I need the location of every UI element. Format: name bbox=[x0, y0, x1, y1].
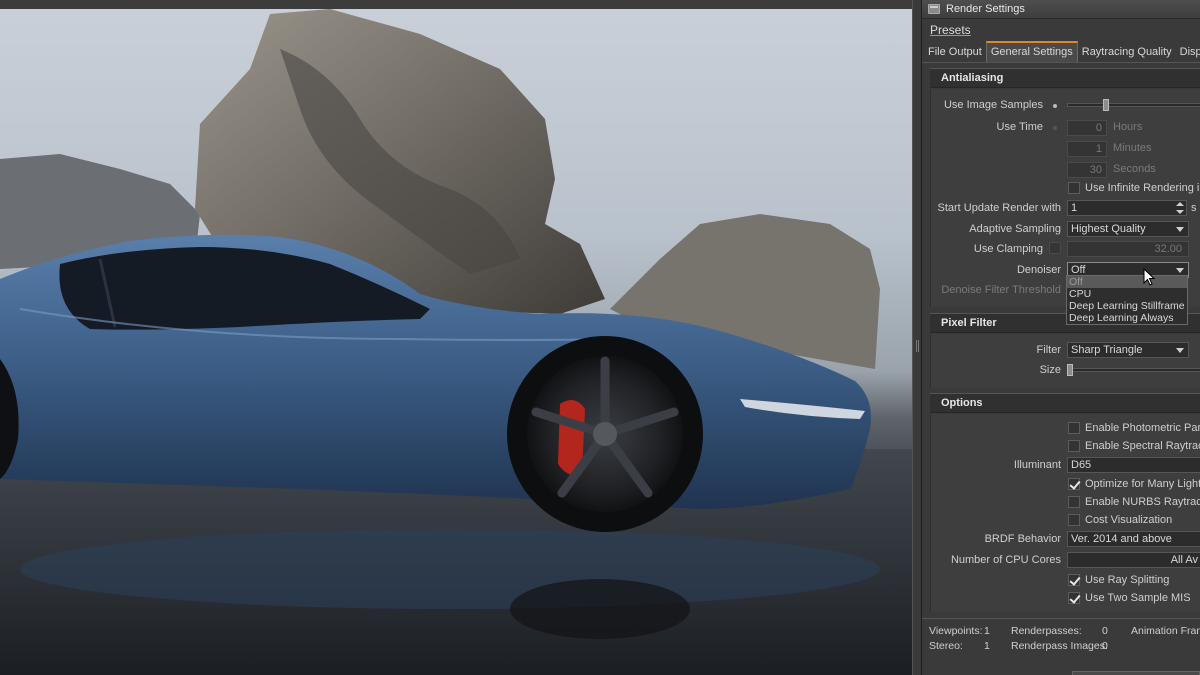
stereo-value: 1 bbox=[984, 640, 990, 652]
photometric-label: Enable Photometric Param bbox=[1085, 422, 1200, 434]
window-icon bbox=[928, 4, 940, 14]
use-image-samples-label: Use Image Samples bbox=[943, 99, 1043, 111]
adaptive-sampling-value: Highest Quality bbox=[1071, 223, 1146, 235]
hours-label: Hours bbox=[1113, 121, 1143, 133]
cpu-cores-label: Number of CPU Cores bbox=[950, 554, 1061, 566]
renderpass-images-value: 0 bbox=[1102, 640, 1108, 652]
cost-visualization-label: Cost Visualization bbox=[1085, 514, 1173, 526]
adaptive-sampling-dropdown[interactable]: Highest Quality bbox=[1067, 221, 1189, 237]
clamping-value-field[interactable]: 32.00 bbox=[1067, 241, 1189, 257]
ray-splitting-checkbox[interactable] bbox=[1068, 574, 1080, 586]
start-update-suffix: s bbox=[1191, 202, 1197, 214]
panel-splitter[interactable] bbox=[912, 0, 922, 675]
illuminant-label: Illuminant bbox=[1013, 459, 1061, 471]
use-time-radio[interactable] bbox=[1053, 126, 1057, 130]
cost-visualization-checkbox[interactable] bbox=[1068, 514, 1080, 526]
photometric-checkbox[interactable] bbox=[1068, 422, 1080, 434]
ray-splitting-label: Use Ray Splitting bbox=[1085, 574, 1170, 586]
two-sample-mis-checkbox[interactable] bbox=[1068, 592, 1080, 604]
chevron-down-icon bbox=[1176, 268, 1184, 273]
viewpoints-value: 1 bbox=[984, 625, 990, 637]
two-sample-mis-label: Use Two Sample MIS bbox=[1085, 592, 1191, 604]
tab-display-output[interactable]: Display Ou bbox=[1176, 43, 1200, 62]
start-update-value: 1 bbox=[1071, 202, 1078, 214]
use-clamping-checkbox[interactable] bbox=[1049, 242, 1061, 254]
filter-label: Filter bbox=[1036, 344, 1061, 356]
denoiser-options-list: Off CPU Deep Learning Stillframe Deep Le… bbox=[1066, 275, 1188, 325]
menu-bar: Presets bbox=[922, 19, 1200, 41]
window-title: Render Settings bbox=[946, 3, 1025, 15]
renderpasses-label: Renderpasses: bbox=[1011, 625, 1082, 637]
use-time-label: Use Time bbox=[996, 121, 1043, 133]
filter-value: Sharp Triangle bbox=[1071, 344, 1143, 356]
denoiser-option-dl-stillframe[interactable]: Deep Learning Stillframe bbox=[1067, 300, 1187, 312]
infinite-rendering-label: Use Infinite Rendering in V bbox=[1085, 182, 1200, 194]
filter-dropdown[interactable]: Sharp Triangle bbox=[1067, 342, 1189, 358]
illuminant-dropdown[interactable]: D65 bbox=[1067, 457, 1200, 473]
use-clamping-label: Use Clamping bbox=[973, 243, 1043, 255]
render-viewport[interactable] bbox=[0, 0, 912, 675]
section-header-options[interactable]: Options bbox=[930, 393, 1200, 413]
cpu-cores-dropdown[interactable]: All Av bbox=[1067, 552, 1200, 568]
denoiser-option-dl-always[interactable]: Deep Learning Always bbox=[1067, 312, 1187, 324]
render-preview-image bbox=[0, 9, 912, 675]
many-lights-label: Optimize for Many Light S bbox=[1085, 478, 1200, 490]
section-pixel-filter: Filter Sharp Triangle Size bbox=[930, 334, 1200, 388]
infinite-rendering-checkbox[interactable] bbox=[1068, 182, 1080, 194]
render-settings-panel: Render Settings Presets File Output Gene… bbox=[922, 0, 1200, 675]
chevron-down-icon bbox=[1176, 348, 1184, 353]
brdf-label: BRDF Behavior bbox=[984, 533, 1061, 545]
hours-field[interactable]: 0 bbox=[1067, 120, 1107, 136]
start-update-spinbox[interactable]: 1 bbox=[1067, 200, 1187, 216]
panel-titlebar[interactable]: Render Settings bbox=[922, 0, 1200, 19]
image-samples-slider-knob[interactable] bbox=[1103, 99, 1109, 111]
splitter-grip[interactable] bbox=[916, 340, 919, 352]
seconds-label: Seconds bbox=[1113, 163, 1156, 175]
mouse-cursor-icon bbox=[1143, 268, 1155, 286]
minutes-label: Minutes bbox=[1113, 142, 1152, 154]
spectral-label: Enable Spectral Raytracing bbox=[1085, 440, 1200, 452]
tab-raytracing-quality[interactable]: Raytracing Quality bbox=[1078, 43, 1176, 62]
menu-presets[interactable]: Presets bbox=[930, 23, 971, 37]
animation-frames-label: Animation Fram bbox=[1131, 625, 1200, 637]
stereo-label: Stereo: bbox=[929, 640, 963, 652]
renderpasses-value: 0 bbox=[1102, 625, 1108, 637]
nurbs-checkbox[interactable] bbox=[1068, 496, 1080, 508]
seconds-field[interactable]: 30 bbox=[1067, 162, 1107, 178]
denoiser-option-off[interactable]: Off bbox=[1067, 276, 1187, 288]
viewport-top-bar bbox=[0, 0, 912, 9]
denoiser-label: Denoiser bbox=[1016, 264, 1061, 276]
render-status-bar: Viewpoints: 1 Renderpasses: 0 Animation … bbox=[922, 618, 1200, 675]
section-header-antialiasing[interactable]: Antialiasing bbox=[930, 68, 1200, 88]
adaptive-sampling-label: Adaptive Sampling bbox=[969, 223, 1061, 235]
render-button-partial[interactable] bbox=[1072, 671, 1200, 675]
renderpass-images-label: Renderpass Images: bbox=[1011, 640, 1108, 652]
section-options: Enable Photometric Param Enable Spectral… bbox=[930, 414, 1200, 612]
size-slider-knob[interactable] bbox=[1067, 364, 1073, 376]
chevron-down-icon bbox=[1176, 227, 1184, 232]
use-image-samples-radio[interactable] bbox=[1053, 104, 1057, 108]
denoiser-option-cpu[interactable]: CPU bbox=[1067, 288, 1187, 300]
brdf-dropdown[interactable]: Ver. 2014 and above bbox=[1067, 531, 1200, 547]
denoise-threshold-label: Denoise Filter Threshold bbox=[941, 284, 1061, 296]
start-update-label: Start Update Render with bbox=[937, 202, 1061, 214]
tab-general-settings[interactable]: General Settings bbox=[985, 41, 1078, 62]
nurbs-label: Enable NURBS Raytracing bbox=[1085, 496, 1200, 508]
image-samples-slider[interactable] bbox=[1067, 103, 1200, 107]
size-label: Size bbox=[1039, 364, 1061, 376]
settings-tabs: File Output General Settings Raytracing … bbox=[922, 41, 1200, 63]
tab-file-output[interactable]: File Output bbox=[924, 43, 986, 62]
minutes-field[interactable]: 1 bbox=[1067, 141, 1107, 157]
size-slider[interactable] bbox=[1069, 368, 1200, 372]
spin-arrows-icon[interactable] bbox=[1176, 202, 1184, 214]
viewpoints-label: Viewpoints: bbox=[929, 625, 983, 637]
spectral-checkbox[interactable] bbox=[1068, 440, 1080, 452]
many-lights-checkbox[interactable] bbox=[1068, 478, 1080, 490]
